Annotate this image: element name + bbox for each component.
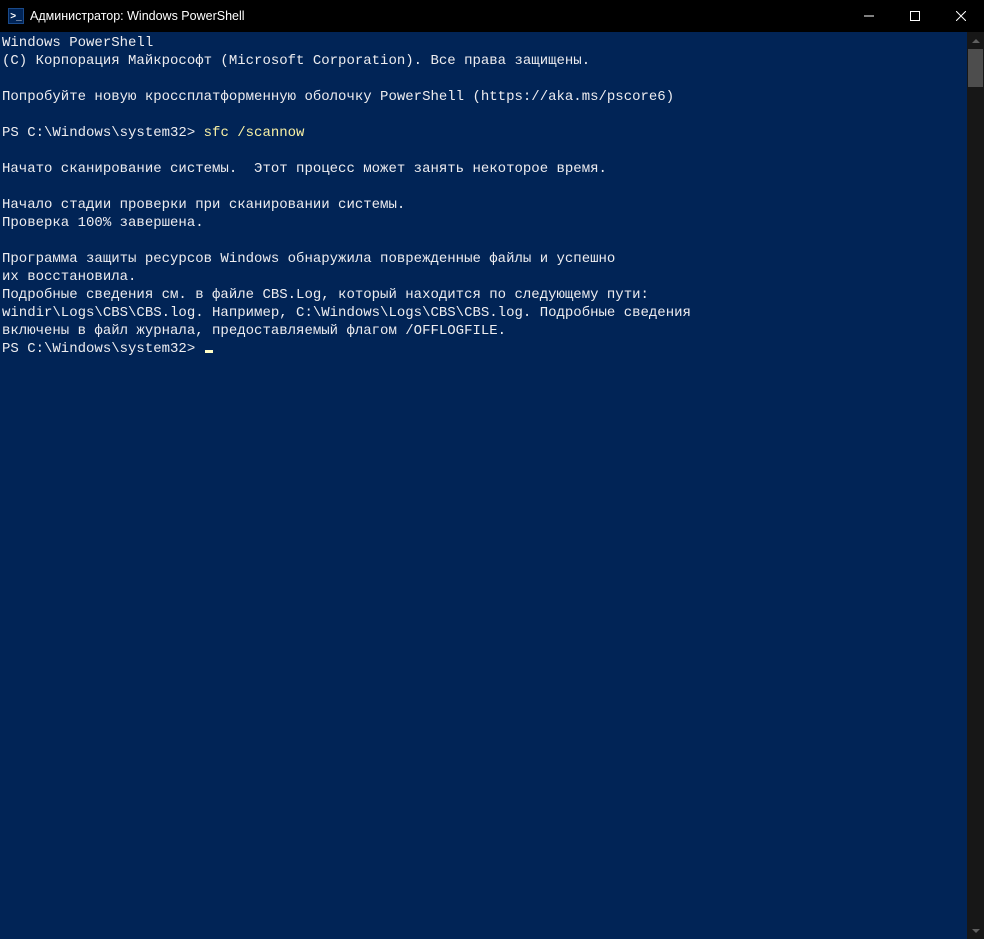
chevron-down-icon — [972, 929, 980, 933]
powershell-window: >_ Администратор: Windows PowerShell Win… — [0, 0, 984, 939]
terminal-line: их восстановила. — [2, 268, 967, 286]
chevron-up-icon — [972, 39, 980, 43]
scrollbar[interactable] — [967, 32, 984, 939]
terminal-line — [2, 178, 967, 196]
terminal-line: Начато сканирование системы. Этот процес… — [2, 160, 967, 178]
prompt: PS C:\Windows\system32> — [2, 341, 204, 357]
terminal-line — [2, 232, 967, 250]
window-title: Администратор: Windows PowerShell — [30, 9, 245, 23]
terminal-line — [2, 70, 967, 88]
terminal-output[interactable]: Windows PowerShell(C) Корпорация Майкрос… — [0, 32, 967, 939]
terminal-line: включены в файл журнала, предоставляемый… — [2, 322, 967, 340]
cursor — [205, 350, 213, 353]
terminal-line: windir\Logs\CBS\CBS.log. Например, C:\Wi… — [2, 304, 967, 322]
terminal-line: Попробуйте новую кроссплатформенную обол… — [2, 88, 967, 106]
scroll-down-button[interactable] — [967, 922, 984, 939]
terminal-line: Windows PowerShell — [2, 34, 967, 52]
minimize-icon — [864, 11, 874, 21]
scroll-up-button[interactable] — [967, 32, 984, 49]
terminal-line: Начало стадии проверки при сканировании … — [2, 196, 967, 214]
client-area: Windows PowerShell(C) Корпорация Майкрос… — [0, 32, 984, 939]
terminal-line: Программа защиты ресурсов Windows обнару… — [2, 250, 967, 268]
powershell-icon: >_ — [8, 8, 24, 24]
terminal-line: Подробные сведения см. в файле CBS.Log, … — [2, 286, 967, 304]
terminal-line: PS C:\Windows\system32> sfc /scannow — [2, 124, 967, 142]
close-icon — [956, 11, 966, 21]
prompt: PS C:\Windows\system32> — [2, 125, 204, 141]
terminal-line: Проверка 100% завершена. — [2, 214, 967, 232]
terminal-line — [2, 142, 967, 160]
powershell-icon-glyph: >_ — [10, 11, 21, 22]
terminal-line: PS C:\Windows\system32> — [2, 340, 967, 358]
maximize-button[interactable] — [892, 0, 938, 32]
scroll-thumb[interactable] — [968, 49, 983, 87]
terminal-line — [2, 106, 967, 124]
close-button[interactable] — [938, 0, 984, 32]
maximize-icon — [910, 11, 920, 21]
titlebar[interactable]: >_ Администратор: Windows PowerShell — [0, 0, 984, 32]
command-text: sfc /scannow — [204, 125, 305, 141]
minimize-button[interactable] — [846, 0, 892, 32]
terminal-line: (C) Корпорация Майкрософт (Microsoft Cor… — [2, 52, 967, 70]
